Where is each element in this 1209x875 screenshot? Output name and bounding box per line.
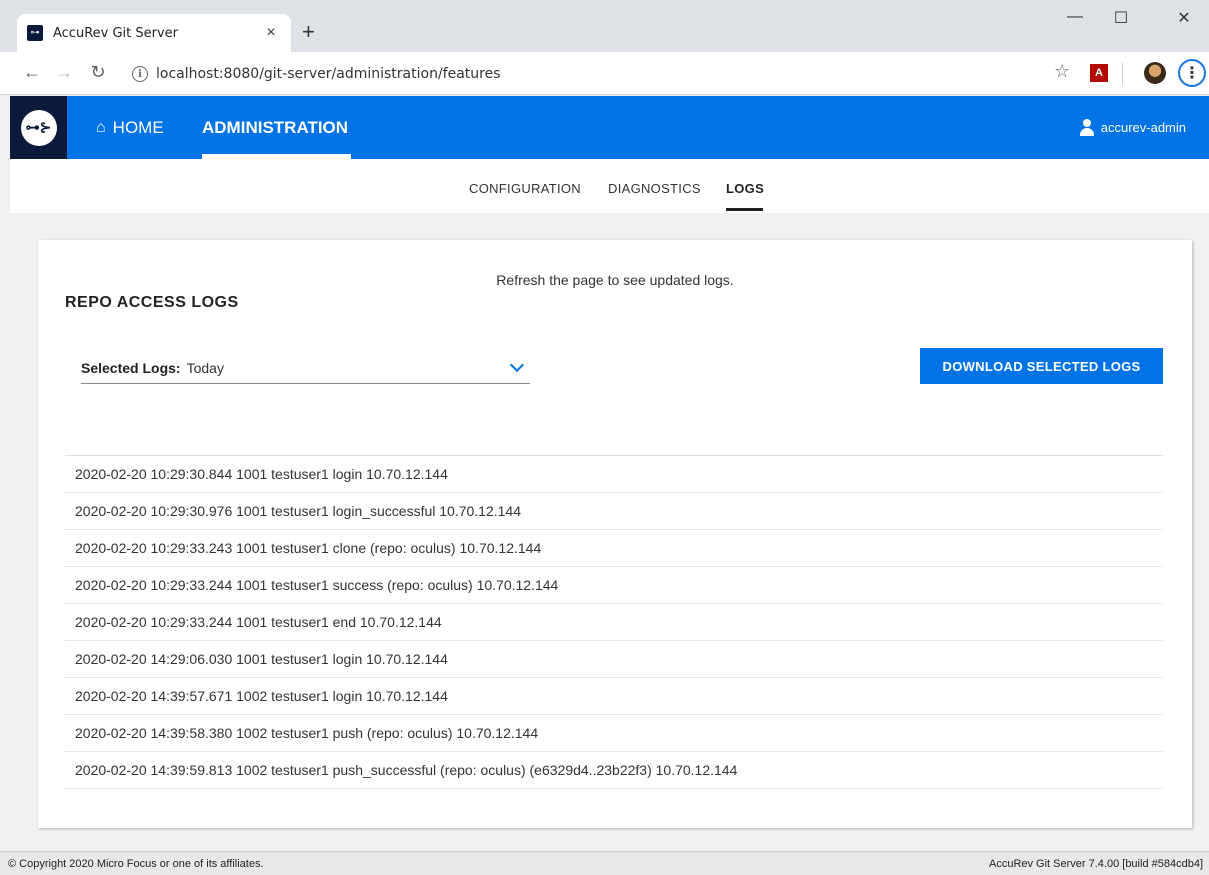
footer-bar: © Copyright 2020 Micro Focus or one of i…: [0, 851, 1209, 875]
browser-menu-icon[interactable]: ⋮: [1178, 59, 1206, 87]
log-entry: 2020-02-20 14:29:06.030 1001 testuser1 l…: [65, 641, 1163, 678]
window-close-icon[interactable]: ✕: [1164, 8, 1204, 28]
refresh-note: Refresh the page to see updated logs.: [496, 272, 734, 288]
home-icon: ⌂: [96, 119, 106, 136]
browser-tab-title: AccuRev Git Server: [53, 25, 179, 41]
site-info-icon[interactable]: i: [132, 66, 148, 82]
user-menu[interactable]: accurev-admin: [1079, 119, 1186, 136]
user-name: accurev-admin: [1100, 119, 1186, 135]
version-text: AccuRev Git Server 7.4.00 [build #584cdb…: [988, 858, 1203, 870]
log-entry: 2020-02-20 10:29:33.244 1001 testuser1 e…: [65, 604, 1163, 641]
window-minimize-icon[interactable]: —: [1055, 8, 1095, 26]
tab-configuration[interactable]: CONFIGURATION: [469, 181, 581, 196]
bookmark-star-icon[interactable]: ☆: [1054, 61, 1070, 82]
chevron-down-icon[interactable]: [509, 357, 525, 373]
logs-card: Refresh the page to see updated logs. RE…: [38, 240, 1192, 828]
browser-toolbar: ← → ↻ i ☆ A ⋮: [0, 52, 1209, 95]
window-maximize-icon[interactable]: ☐: [1101, 8, 1141, 28]
main-content: Refresh the page to see updated logs. RE…: [10, 213, 1209, 847]
log-entry: 2020-02-20 14:39:58.380 1002 testuser1 p…: [65, 715, 1163, 752]
section-title: REPO ACCESS LOGS: [65, 294, 239, 311]
toolbar-divider: [1122, 63, 1123, 85]
log-entry: 2020-02-20 14:39:59.813 1002 testuser1 p…: [65, 752, 1163, 789]
url-input[interactable]: [156, 66, 956, 82]
tab-logs[interactable]: LOGS: [726, 181, 764, 196]
profile-avatar[interactable]: [1144, 62, 1166, 84]
log-list: 2020-02-20 10:29:30.844 1001 testuser1 l…: [65, 455, 1163, 789]
app-favicon-icon: ⊶: [27, 25, 43, 41]
browser-tab[interactable]: ⊶ AccuRev Git Server ×: [17, 14, 291, 52]
admin-subnav: CONFIGURATION DIAGNOSTICS LOGS: [10, 159, 1209, 213]
log-entry: 2020-02-20 10:29:30.976 1001 testuser1 l…: [65, 493, 1163, 530]
address-bar[interactable]: i: [132, 60, 1052, 88]
new-tab-icon[interactable]: +: [302, 20, 315, 44]
nav-home-label: HOME: [112, 118, 164, 137]
reload-icon[interactable]: ↻: [86, 62, 110, 83]
app-header: ⊶⊱ ⌂ HOME ADMINISTRATION accurev-admin: [10, 96, 1209, 159]
tab-diagnostics[interactable]: DIAGNOSTICS: [608, 181, 701, 196]
accurev-logo-icon: ⊶⊱: [20, 109, 57, 146]
tab-close-icon[interactable]: ×: [261, 24, 281, 42]
download-selected-logs-button[interactable]: DOWNLOAD SELECTED LOGS: [920, 348, 1163, 384]
selected-logs-select[interactable]: Selected Logs: Today: [81, 352, 530, 384]
nav-home-link[interactable]: ⌂ HOME: [96, 118, 164, 138]
active-tab-indicator: [726, 208, 763, 211]
log-entry: 2020-02-20 14:39:57.671 1002 testuser1 l…: [65, 678, 1163, 715]
copyright-text: © Copyright 2020 Micro Focus or one of i…: [8, 858, 264, 870]
log-entry: 2020-02-20 10:29:30.844 1001 testuser1 l…: [65, 456, 1163, 493]
selected-logs-label: Selected Logs:: [81, 359, 181, 376]
pdf-extension-icon[interactable]: A: [1090, 64, 1108, 82]
forward-arrow-icon[interactable]: →: [52, 62, 76, 83]
nav-administration-link[interactable]: ADMINISTRATION: [202, 118, 348, 138]
logo-block[interactable]: ⊶⊱: [10, 96, 67, 159]
back-arrow-icon[interactable]: ←: [20, 62, 44, 83]
browser-tabstrip: ⊶ AccuRev Git Server × + — ☐ ✕: [0, 0, 1209, 52]
log-entry: 2020-02-20 10:29:33.243 1001 testuser1 c…: [65, 530, 1163, 567]
log-entry: 2020-02-20 10:29:33.244 1001 testuser1 s…: [65, 567, 1163, 604]
user-icon: [1079, 119, 1095, 136]
selected-logs-value: Today: [186, 359, 224, 376]
